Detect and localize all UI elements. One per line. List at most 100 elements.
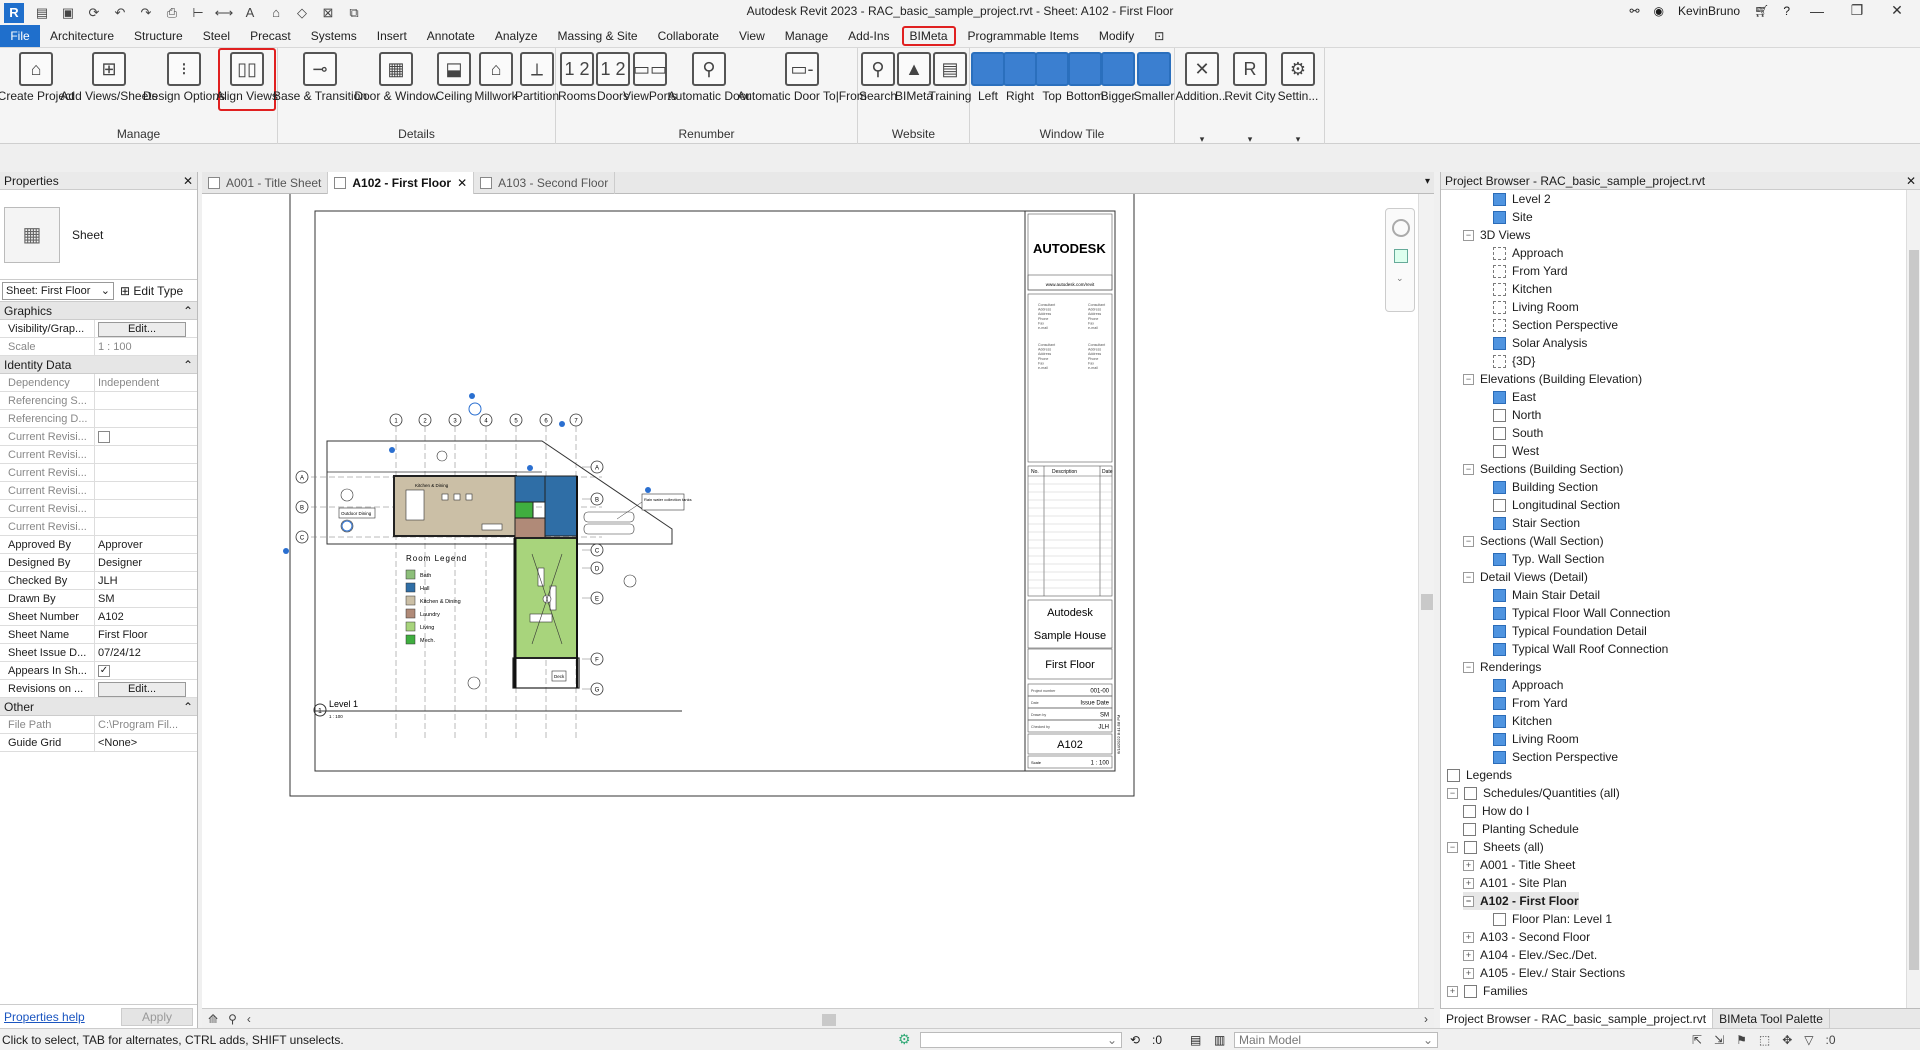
tab-precast[interactable]: Precast xyxy=(240,25,301,47)
tab-systems[interactable]: Systems xyxy=(301,25,367,47)
switch-windows-icon[interactable]: ⧉ xyxy=(344,4,364,22)
tab-structure[interactable]: Structure xyxy=(124,25,193,47)
drawing-canvas[interactable]: AUTODESK www.autodesk.com/revit Consulta… xyxy=(202,194,1434,1008)
zoom-icon[interactable] xyxy=(1394,249,1408,263)
right-button[interactable]: Right xyxy=(1003,52,1037,103)
lock-icon[interactable]: ⚲ xyxy=(228,1012,237,1026)
tab-a103-second-floor[interactable]: A103 - Second Floor xyxy=(474,172,616,194)
browser-node-a105-elev-stair-sections[interactable]: + A105 - Elev./ Stair Sections xyxy=(1463,964,1625,982)
group-graphics[interactable]: Graphics ⌃ xyxy=(0,302,197,320)
chevron-left-icon[interactable]: ‹ xyxy=(247,1012,251,1026)
select-links-icon[interactable]: ⇱ xyxy=(1692,1033,1702,1047)
chevron-down-icon[interactable]: ⌄ xyxy=(1396,273,1404,284)
save-icon[interactable]: ▣ xyxy=(58,4,78,22)
tab-view[interactable]: View xyxy=(729,25,775,47)
base-transition-button[interactable]: ⊸ Base & Transition xyxy=(273,52,367,103)
collapse-icon[interactable]: − xyxy=(1463,463,1474,475)
grid-bubble[interactable]: A xyxy=(295,470,309,484)
tab-bimeta[interactable]: BIMeta xyxy=(901,26,956,46)
revit-app-icon[interactable]: R xyxy=(4,2,24,23)
browser-node-renderings[interactable]: − Renderings xyxy=(1463,658,1541,676)
property-checkbox[interactable]: ✓ xyxy=(98,664,110,677)
browser-node-kitchen[interactable]: Kitchen xyxy=(1493,280,1552,298)
close-views-icon[interactable]: ⊠ xyxy=(318,4,338,22)
edit-type-button[interactable]: ⊞ Edit Type xyxy=(120,284,183,298)
scrollbar-thumb[interactable] xyxy=(1909,250,1919,970)
grid-bubble[interactable]: B xyxy=(295,500,309,514)
grid-bubble[interactable]: 4 xyxy=(479,413,493,427)
edit-button[interactable]: Edit... xyxy=(98,681,186,697)
editable-only-icon[interactable]: ⟲ xyxy=(1130,1033,1140,1047)
property-value[interactable]: Edit... xyxy=(94,320,197,337)
browser-node-typical-wall-roof-connection[interactable]: Typical Wall Roof Connection xyxy=(1493,640,1668,658)
model-combo[interactable]: Main Model ⌄ xyxy=(1234,1031,1438,1048)
browser-node-planting-schedule[interactable]: Planting Schedule xyxy=(1463,820,1579,838)
browser-node-a001-title-sheet[interactable]: + A001 - Title Sheet xyxy=(1463,856,1575,874)
browser-node-section-perspective[interactable]: Section Perspective xyxy=(1493,748,1618,766)
browser-node-sheets-all[interactable]: − Sheets (all) xyxy=(1447,838,1544,856)
browser-tab-project-browser-rac-basic-samp[interactable]: Project Browser - RAC_basic_sample_proje… xyxy=(1440,1009,1714,1028)
door-window-button[interactable]: ▦ Door & Window xyxy=(354,52,438,103)
expand-icon[interactable]: + xyxy=(1463,931,1474,943)
print-icon[interactable]: ⎙ xyxy=(162,4,182,22)
bottom-button[interactable]: Bottom xyxy=(1066,52,1104,103)
horizontal-scrollbar-thumb[interactable] xyxy=(822,1014,836,1026)
browser-node-building-section[interactable]: Building Section xyxy=(1493,478,1598,496)
grid-bubble[interactable]: 2 xyxy=(418,413,432,427)
browser-node-from-yard[interactable]: From Yard xyxy=(1493,694,1568,712)
collapse-icon[interactable]: − xyxy=(1463,535,1474,547)
user-icon[interactable]: ◉ xyxy=(1654,4,1664,18)
millwork-button[interactable]: ⌂ Millwork xyxy=(474,52,518,103)
browser-node-typ-wall-section[interactable]: Typ. Wall Section xyxy=(1493,550,1604,568)
tab-insert[interactable]: Insert xyxy=(367,25,417,47)
bigger-button[interactable]: Bigger xyxy=(1101,52,1135,103)
browser-node-main-stair-detail[interactable]: Main Stair Detail xyxy=(1493,586,1600,604)
browser-node-elevations-building-elevation[interactable]: − Elevations (Building Elevation) xyxy=(1463,370,1642,388)
browser-node-level-2[interactable]: Level 2 xyxy=(1493,190,1551,208)
properties-help-link[interactable]: Properties help xyxy=(4,1010,85,1024)
browser-tab-bimeta-tool-palette[interactable]: BIMeta Tool Palette xyxy=(1713,1009,1830,1028)
expand-icon[interactable]: + xyxy=(1463,859,1474,871)
top-button[interactable]: Top xyxy=(1035,52,1069,103)
tab-annotate[interactable]: Annotate xyxy=(417,25,485,47)
browser-node-living-room[interactable]: Living Room xyxy=(1493,730,1579,748)
tab-massing-site[interactable]: Massing & Site xyxy=(548,25,648,47)
browser-node-3d[interactable]: {3D} xyxy=(1493,352,1535,370)
tab-collaborate[interactable]: Collaborate xyxy=(648,25,729,47)
3d-view-icon[interactable]: ⌂ xyxy=(266,4,286,22)
bimeta-button[interactable]: ▲ BIMeta xyxy=(895,52,933,103)
steering-wheel-icon[interactable] xyxy=(1392,219,1410,237)
redo-icon[interactable]: ↷ xyxy=(136,4,156,22)
ribbon-options-icon[interactable]: ⊡ xyxy=(1144,25,1174,47)
left-button[interactable]: Left xyxy=(971,52,1005,103)
tab-overflow-icon[interactable]: ▾ xyxy=(1425,176,1430,187)
viewports-button[interactable]: ▭▭ ViewPorts xyxy=(623,52,677,103)
tab-add-ins[interactable]: Add-Ins xyxy=(838,25,899,47)
browser-node-a104-elev-sec-det[interactable]: + A104 - Elev./Sec./Det. xyxy=(1463,946,1597,964)
browser-node-approach[interactable]: Approach xyxy=(1493,244,1563,262)
undo-icon[interactable]: ↶ xyxy=(110,4,130,22)
scale-icon[interactable]: ⟰ xyxy=(208,1012,218,1026)
tab-modify[interactable]: Modify xyxy=(1089,25,1144,47)
project-browser-scrollbar[interactable] xyxy=(1906,190,1920,1008)
collapse-icon[interactable]: ⌃ xyxy=(183,700,193,714)
browser-node-longitudinal-section[interactable]: Longitudinal Section xyxy=(1493,496,1620,514)
browser-node-section-perspective[interactable]: Section Perspective xyxy=(1493,316,1618,334)
tab-programmable-items[interactable]: Programmable Items xyxy=(958,25,1089,47)
binoculars-icon[interactable]: ⚯ xyxy=(1629,4,1639,18)
browser-node-a101-site-plan[interactable]: + A101 - Site Plan xyxy=(1463,874,1567,892)
browser-node-east[interactable]: East xyxy=(1493,388,1536,406)
collapse-icon[interactable]: − xyxy=(1463,373,1474,385)
sync-icon[interactable]: ⟳ xyxy=(84,4,104,22)
settin-button[interactable]: ⚙ Settin... ▾ xyxy=(1275,52,1321,144)
add-views-sheets-button[interactable]: ⊞ Add Views/Sheets xyxy=(60,52,158,103)
filter-icon[interactable]: ▽ xyxy=(1804,1033,1813,1047)
close-icon[interactable]: ✕ xyxy=(1906,174,1916,188)
browser-node-how-do-i[interactable]: How do I xyxy=(1463,802,1529,820)
collapse-icon[interactable]: − xyxy=(1463,661,1474,673)
workset-combo[interactable]: ⌄ xyxy=(920,1031,1122,1048)
canvas-vertical-scrollbar[interactable] xyxy=(1418,194,1434,1008)
browser-node-a103-second-floor[interactable]: + A103 - Second Floor xyxy=(1463,928,1590,946)
browser-node-typical-floor-wall-connection[interactable]: Typical Floor Wall Connection xyxy=(1493,604,1670,622)
browser-node-families[interactable]: + Families xyxy=(1447,982,1528,1000)
